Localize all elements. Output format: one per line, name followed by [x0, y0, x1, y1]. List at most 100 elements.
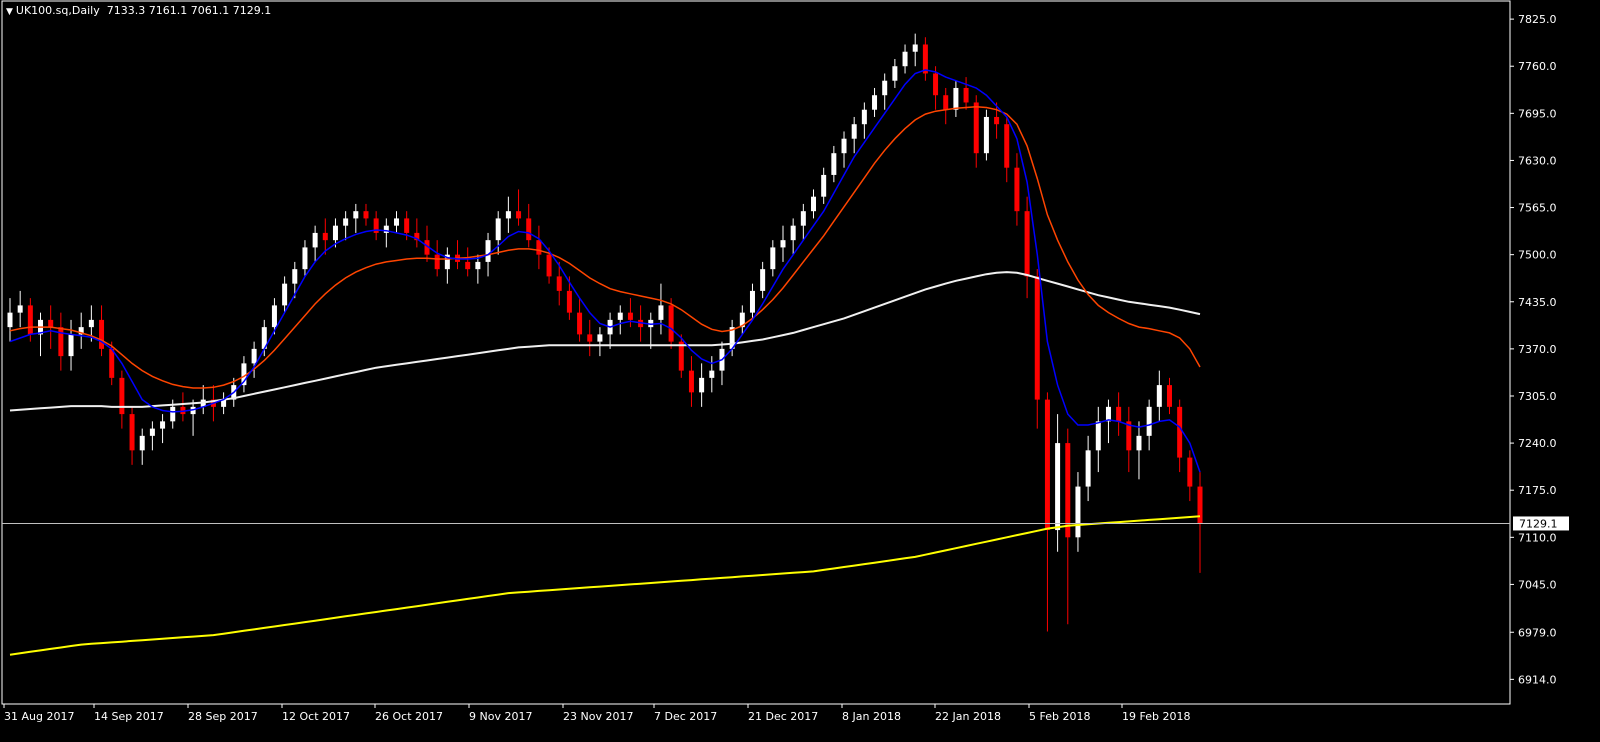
candle-body — [1177, 406, 1183, 458]
candle-body — [1156, 385, 1162, 407]
candle-body — [353, 211, 359, 219]
candle-body — [861, 109, 867, 125]
candle-body — [516, 211, 522, 219]
candle-body — [312, 232, 318, 248]
candle-body — [973, 102, 979, 154]
y-tick-label: 7370.0 — [1518, 343, 1557, 356]
candle-body — [485, 240, 491, 262]
candle-body — [566, 290, 572, 313]
x-tick-label: 14 Sep 2017 — [94, 710, 164, 723]
candle-body — [760, 269, 766, 291]
y-tick-label: 7240.0 — [1518, 437, 1557, 450]
candle-body — [119, 377, 125, 415]
ma-long-line — [9, 515, 1201, 656]
candle-body — [668, 305, 674, 342]
x-tick-label: 7 Dec 2017 — [654, 710, 717, 723]
candle-body — [1136, 435, 1142, 451]
candle-body — [251, 348, 257, 364]
candle-body — [149, 428, 155, 436]
candle-body — [983, 116, 989, 154]
candle-body — [1116, 406, 1122, 422]
candle-body — [922, 44, 928, 74]
candle-body — [587, 334, 593, 342]
x-tick-label: 26 Oct 2017 — [375, 710, 443, 723]
candle-body — [617, 312, 623, 320]
y-tick-label: 7825.0 — [1518, 13, 1557, 26]
x-tick-label: 19 Feb 2018 — [1122, 710, 1190, 723]
candle-body — [88, 319, 94, 328]
candle-body — [1166, 385, 1172, 407]
candle-body — [872, 95, 878, 110]
y-tick-label: 7500.0 — [1518, 249, 1557, 262]
candle-body — [1075, 486, 1081, 538]
candle-body — [821, 174, 827, 197]
y-tick-label: 7110.0 — [1518, 531, 1557, 544]
candle-body — [882, 80, 888, 96]
candle-body — [933, 73, 939, 96]
candle-body — [658, 305, 664, 320]
candle-body — [811, 196, 817, 212]
y-tick-label: 7565.0 — [1518, 202, 1557, 215]
candle-body — [1146, 406, 1152, 436]
candle-body — [465, 261, 471, 270]
candle-body — [1024, 211, 1030, 277]
ma-slow-line — [9, 271, 1201, 412]
candle-body — [912, 44, 918, 52]
candle-body — [302, 247, 308, 270]
candle-body — [139, 435, 145, 451]
candle-body — [963, 87, 969, 103]
candle-body — [48, 319, 54, 328]
candle-body — [800, 211, 806, 226]
x-tick-label: 21 Dec 2017 — [748, 710, 818, 723]
x-tick-label: 23 Nov 2017 — [563, 710, 633, 723]
candle-body — [282, 283, 288, 306]
candle-body — [526, 218, 532, 241]
y-tick-label: 7630.0 — [1518, 154, 1557, 167]
candle-body — [1085, 450, 1091, 487]
candle-body — [953, 87, 959, 110]
candle-body — [749, 290, 755, 313]
y-tick-label: 6979.0 — [1518, 626, 1557, 639]
candle-body — [1197, 486, 1203, 524]
price-chart[interactable]: 7825.0 7760.0 7695.0 7630.0 7565.0 7500.0 7435… — [0, 0, 1600, 742]
candle-body — [780, 240, 786, 248]
candle-body — [688, 370, 694, 393]
candle-body — [160, 421, 166, 429]
candle-body — [770, 247, 776, 270]
candle-body — [597, 334, 603, 342]
y-tick-label: 7175.0 — [1518, 484, 1557, 497]
x-tick-label: 12 Oct 2017 — [282, 710, 350, 723]
candle-body — [892, 66, 898, 81]
candle-body — [1004, 124, 1010, 168]
candle-body — [393, 218, 399, 226]
candle-body — [851, 124, 857, 139]
candle-body — [505, 211, 511, 219]
candle-body — [271, 305, 277, 328]
candle-body — [1044, 399, 1050, 531]
candle-body — [556, 276, 562, 291]
candle-body — [831, 153, 837, 175]
y-tick-label: 7760.0 — [1518, 60, 1557, 73]
current-price-label: 7129.1 — [1519, 517, 1558, 530]
candle-body — [1014, 167, 1020, 212]
candle-body — [1055, 443, 1061, 531]
x-tick-label: 9 Nov 2017 — [469, 710, 532, 723]
candle-body — [902, 51, 908, 67]
candle-body — [546, 254, 552, 277]
candle-body — [495, 218, 501, 241]
candle-body — [699, 377, 705, 393]
candle-body — [99, 319, 105, 349]
candle-body — [1187, 457, 1193, 487]
candle-body — [841, 138, 847, 154]
candle-body — [58, 327, 64, 357]
candle-body — [536, 240, 542, 255]
candle-body — [943, 95, 949, 110]
candle-body — [475, 261, 481, 270]
x-tick-label: 31 Aug 2017 — [4, 710, 74, 723]
y-tick-label: 6914.0 — [1518, 673, 1557, 686]
candle-body — [994, 116, 1000, 125]
y-tick-label: 7045.0 — [1518, 578, 1557, 591]
candle-body — [709, 370, 715, 378]
candle-body — [7, 312, 13, 328]
candle-body — [27, 305, 33, 335]
